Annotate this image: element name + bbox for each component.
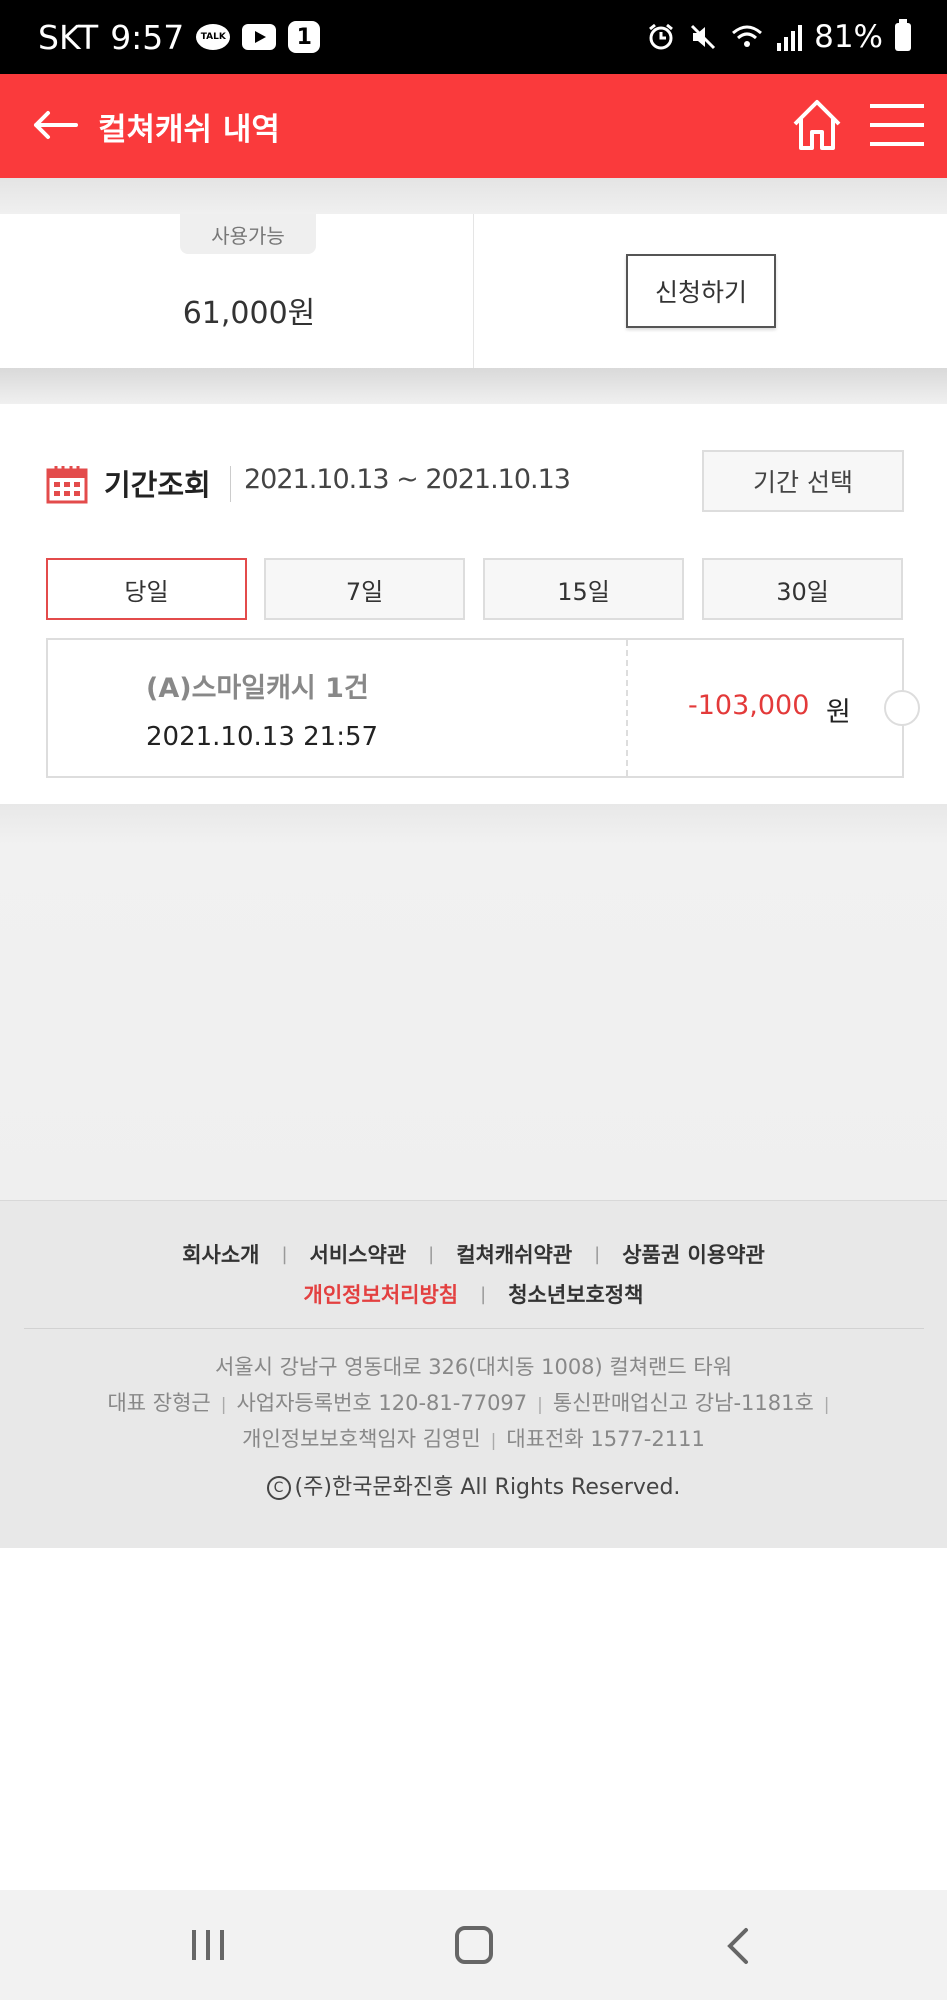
info-separator: |	[220, 1395, 227, 1415]
link-separator: |	[281, 1243, 288, 1265]
home-icon[interactable]	[790, 96, 844, 154]
balance-panel: 사용가능 61,000원	[0, 214, 474, 368]
available-label: 사용가능	[180, 214, 316, 254]
footer-phone: 대표전화 1577-2111	[506, 1427, 705, 1451]
info-separator: |	[537, 1395, 543, 1415]
footer-links-row1: 회사소개 | 서비스약관 | 컬쳐캐쉬약관 | 상품권 이용약관	[0, 1239, 947, 1269]
balance-amount: 61,000원	[182, 296, 316, 331]
hamburger-menu-icon[interactable]	[868, 98, 926, 152]
app-header: 컬쳐캐쉬 내역	[0, 74, 947, 178]
tab-15days[interactable]: 15일	[483, 558, 684, 620]
battery-percent: 81%	[814, 19, 883, 55]
link-separator: |	[594, 1243, 601, 1265]
empty-area	[0, 804, 947, 1200]
footer-address: 서울시 강남구 영동대로 326(대치동 1008) 컬쳐랜드 타워	[214, 1355, 733, 1379]
footer-divider	[24, 1328, 924, 1329]
youtube-icon	[242, 24, 277, 50]
mute-icon	[691, 24, 716, 50]
divider	[230, 466, 231, 502]
footer-link-service-terms[interactable]: 서비스약관	[310, 1239, 407, 1269]
status-bar: SKT 9:57 TALK 1 81%	[0, 0, 947, 74]
signal-icon	[777, 25, 803, 51]
footer-business-number: 사업자등록번호 120-81-77097	[236, 1391, 528, 1415]
kakaotalk-icon: TALK	[196, 24, 231, 50]
history-item-date: 2021.10.13 21:57	[146, 722, 379, 752]
history-item-unit: 원	[826, 697, 851, 728]
alarm-icon	[649, 23, 674, 50]
copyright-text: (주)한국문화진흥 All Rights Reserved.	[294, 1475, 681, 1500]
history-item-amount: -103,000	[688, 690, 810, 721]
footer-copyright: C (주)한국문화진흥 All Rights Reserved.	[0, 1469, 947, 1501]
status-right: 81%	[646, 0, 911, 74]
notification-badge: 1	[288, 21, 321, 53]
period-section: 기간조회 2021.10.13 ~ 2021.10.13 기간 선택 당일 7일…	[0, 404, 947, 804]
info-separator: |	[490, 1431, 497, 1451]
recent-apps-icon[interactable]	[190, 1928, 226, 1962]
battery-icon	[895, 19, 911, 51]
status-left: SKT 9:57 TALK 1	[38, 0, 321, 74]
footer-link-company[interactable]: 회사소개	[182, 1239, 259, 1269]
footer-link-privacy-policy[interactable]: 개인정보처리방침	[304, 1279, 459, 1309]
section-gap	[0, 368, 947, 404]
home-nav-icon[interactable]	[455, 1926, 493, 1964]
history-item[interactable]: (A)스마일캐시 1건 2021.10.13 21:57 -103,000 원	[46, 638, 920, 778]
footer-ceo: 대표 장형근	[107, 1391, 211, 1415]
period-range: 2021.10.13 ~ 2021.10.13	[244, 464, 571, 495]
section-gap	[0, 178, 947, 214]
calendar-icon	[46, 466, 88, 504]
footer-contact-info: 개인정보보호책임자 김영민 | 대표전화 1577-2111	[0, 1423, 947, 1453]
page-title: 컬쳐캐쉬 내역	[98, 111, 280, 148]
copyright-icon: C	[266, 1476, 291, 1500]
tab-30days[interactable]: 30일	[702, 558, 903, 620]
history-item-title: (A)스마일캐시 1건	[146, 673, 369, 704]
link-separator: |	[480, 1283, 487, 1305]
apply-button[interactable]: 신청하기	[626, 254, 776, 328]
footer-link-giftcard-terms[interactable]: 상품권 이용약관	[622, 1239, 765, 1269]
footer-business-info: 대표 장형근 | 사업자등록번호 120-81-77097 | 통신판매업신고 강남-1…	[0, 1387, 947, 1417]
footer-ecommerce-registration: 통신판매업신고 강남-1181호	[552, 1391, 814, 1415]
back-arrow-icon[interactable]	[30, 100, 80, 150]
period-select-button[interactable]: 기간 선택	[702, 450, 904, 512]
tab-today[interactable]: 당일	[46, 558, 247, 620]
clock: 9:57	[110, 17, 185, 57]
footer-link-youth-policy[interactable]: 청소년보호정책	[508, 1279, 643, 1309]
wifi-icon	[732, 25, 763, 47]
footer-link-culturecash-terms[interactable]: 컬쳐캐쉬약관	[456, 1239, 572, 1269]
carrier-label: SKT	[38, 17, 99, 57]
period-label: 기간조회	[104, 468, 211, 502]
balance-card: 사용가능 61,000원 신청하기	[0, 214, 947, 368]
info-separator: |	[823, 1395, 830, 1415]
footer: 회사소개 | 서비스약관 | 컬쳐캐쉬약관 | 상품권 이용약관 개인정보처리방…	[0, 1200, 947, 1548]
footer-privacy-officer: 개인정보보호책임자 김영민	[242, 1427, 481, 1451]
ticket-notch	[884, 690, 920, 726]
back-nav-icon[interactable]	[724, 1926, 752, 1966]
system-nav-bar	[0, 1890, 947, 2000]
history-item-info: (A)스마일캐시 1건 2021.10.13 21:57	[48, 640, 628, 776]
footer-links-row2: 개인정보처리방침 | 청소년보호정책	[0, 1279, 947, 1309]
link-separator: |	[428, 1243, 435, 1265]
tab-7days[interactable]: 7일	[264, 558, 465, 620]
